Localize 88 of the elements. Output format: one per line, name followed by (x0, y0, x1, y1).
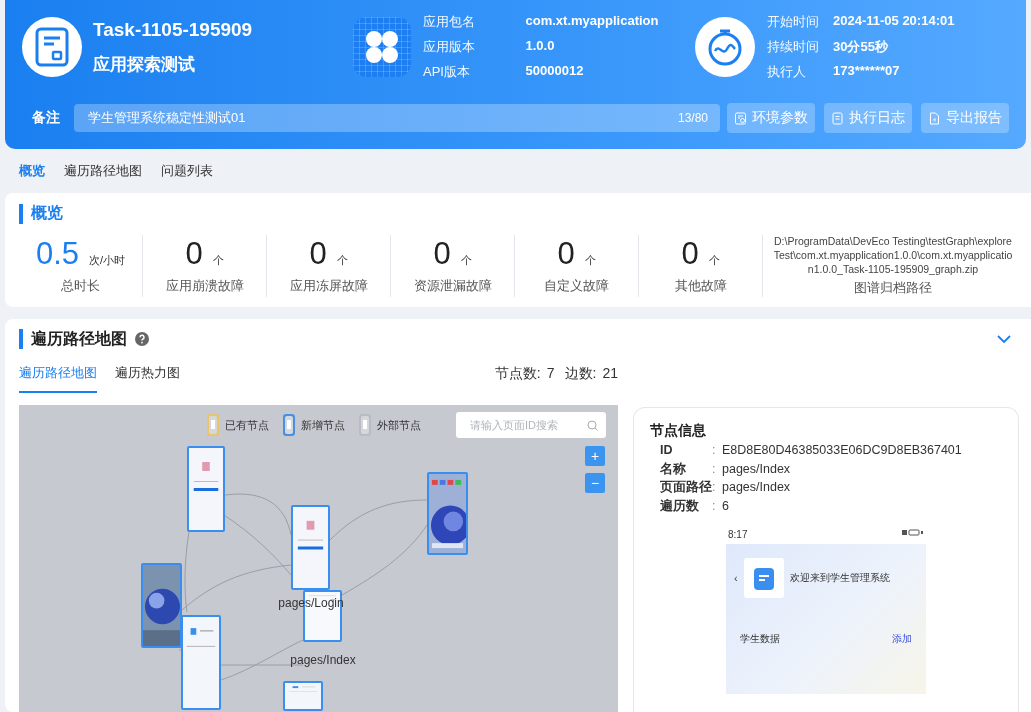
field-colon: : (712, 497, 717, 515)
file-export-icon (928, 111, 941, 125)
remark-field[interactable]: 学生管理系统稳定性测试01 13/80 (74, 104, 720, 132)
search-field[interactable]: 请输入页面ID搜索 (456, 412, 606, 438)
count-label: 边数: (564, 365, 597, 383)
header-button[interactable]: 导出报告 (921, 103, 1009, 133)
legend-label: 新增节点 (301, 417, 345, 433)
status-icons (902, 529, 924, 536)
back-arrow: ‹ (734, 572, 738, 584)
stat-value: 0 (681, 236, 699, 272)
stat-value: 0.5 (35, 236, 79, 272)
remark-label: 备注 (31, 109, 61, 127)
task-icon (22, 17, 82, 77)
view-tab[interactable]: 遍历热力图 (115, 364, 180, 393)
document-icon (831, 111, 844, 125)
info-label: 应用版本 (423, 38, 476, 56)
info-value: 30分55秒 (833, 38, 889, 56)
zoom-out-button[interactable]: − (585, 473, 605, 493)
count-value: 7 (546, 365, 555, 383)
task-id: Task-1105-195909 (93, 18, 254, 41)
stat-unit: 个 (460, 253, 472, 268)
screen-heading: 欢迎来到学生管理系统 (789, 571, 890, 585)
stat-label: 自定义故障 (544, 278, 609, 295)
field-colon: : (712, 442, 717, 459)
chevron-down-icon[interactable] (997, 334, 1011, 344)
stat-label: 资源泄漏故障 (413, 278, 492, 295)
nav-tab[interactable]: 遍历路径地图 (64, 162, 142, 193)
stat-value: 0 (309, 236, 327, 272)
header-button[interactable]: 执行日志 (824, 103, 912, 133)
help-icon (135, 332, 149, 346)
app-screen-thumbnail (285, 683, 321, 709)
stat-value: 0 (557, 236, 575, 272)
info-value: 50000012 (525, 63, 585, 80)
status-time: 8:17 (728, 529, 748, 540)
header-button[interactable]: 环境参数 (727, 103, 815, 133)
timer-icon (695, 17, 755, 77)
panel-title: 节点信息 (650, 422, 706, 440)
info-label: API版本 (423, 63, 471, 81)
stat-value: 0 (185, 236, 203, 272)
stat-label: 总时长 (61, 278, 100, 295)
field-colon: : (712, 460, 717, 478)
list-title: 学生数据 (740, 632, 780, 646)
field-value: 6 (722, 497, 729, 515)
legend-label: 外部节点 (377, 417, 421, 433)
field-value: E8D8E80D46385033E06DC9D8EB367401 (722, 442, 962, 459)
info-value: com.xt.myapplication (525, 13, 660, 30)
count-label: 节点数: (494, 365, 541, 383)
stat-label: 应用冻屏故障 (289, 278, 368, 295)
stat-unit: 个 (212, 253, 224, 268)
app-icon (353, 17, 411, 77)
zoom-in-button[interactable]: + (585, 446, 605, 466)
field-value: pages/Index (722, 460, 791, 478)
stat-unit: 个 (336, 253, 348, 268)
stat-label: 图谱归档路径 (854, 280, 932, 297)
info-label: 持续时间 (767, 38, 819, 56)
node-label: pages/Index (290, 653, 356, 667)
field-colon: : (712, 479, 717, 496)
archive-path: D:\ProgramData\DevEco Testing\testGraph\exploreTest\com.xt.myapplication1.0.0\com.xt.myapplication1.0.0_Task-1105-195909_graph.zip (772, 234, 1014, 276)
field-label: 页面路径 (660, 479, 712, 496)
field-value: pages/Index (722, 479, 791, 496)
nav-tab[interactable]: 概览 (19, 162, 45, 193)
count-value: 21 (602, 365, 618, 383)
stat-value: 0 (433, 236, 451, 272)
section-title: 遍历路径地图 (31, 328, 127, 349)
settings-doc-icon (734, 111, 747, 125)
info-value: 1.0.0 (525, 38, 556, 55)
stat-unit: 次/小时 (89, 253, 126, 268)
field-label: 名称 (660, 460, 687, 478)
view-tab[interactable]: 遍历路径地图 (19, 364, 97, 393)
field-label: 遍历数 (660, 497, 700, 515)
search-icon (587, 420, 598, 431)
info-value: 2024-11-05 20:14:01 (833, 13, 955, 30)
field-label: ID (660, 442, 674, 459)
nav-tab[interactable]: 问题列表 (161, 162, 213, 193)
char-count: 13/80 (677, 111, 708, 125)
stat-label: 其他故障 (674, 278, 727, 295)
info-label: 应用包名 (423, 13, 476, 31)
section-title: 概览 (31, 203, 63, 223)
stat-unit: 个 (584, 253, 596, 268)
info-value: 173******07 (833, 63, 901, 80)
clipboard-icon (743, 558, 784, 598)
stat-unit: 个 (708, 253, 720, 268)
info-label: 开始时间 (767, 13, 819, 31)
info-label: 执行人 (767, 63, 807, 81)
task-type: 应用探索测试 (93, 53, 196, 76)
stat-label: 应用崩溃故障 (165, 278, 244, 295)
legend-label: 已有节点 (225, 417, 269, 433)
graph-node[interactable] (283, 681, 323, 711)
